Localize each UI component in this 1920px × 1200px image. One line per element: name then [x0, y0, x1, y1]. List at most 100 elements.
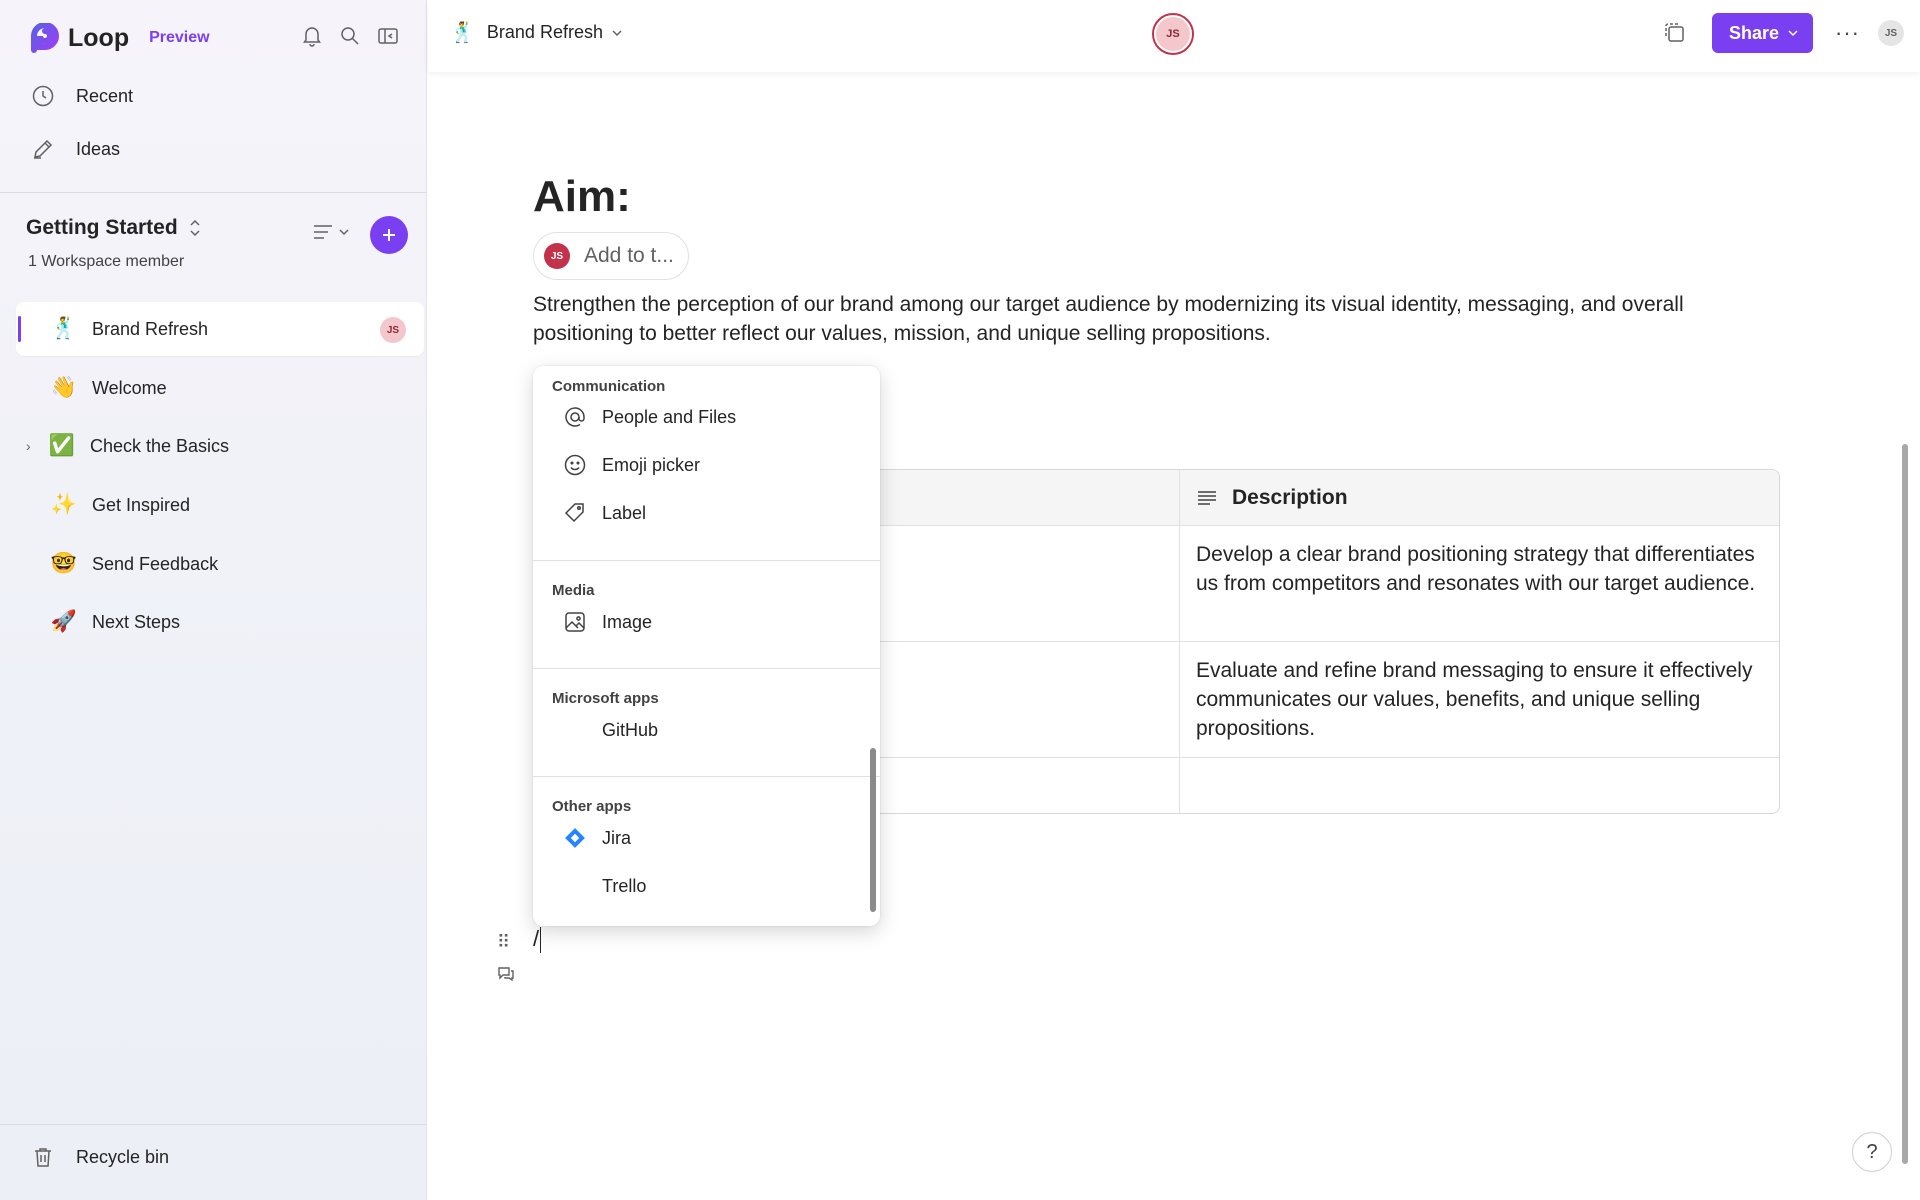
page-scrollbar[interactable]: [1902, 444, 1908, 1164]
trash-icon: [30, 1144, 56, 1170]
page-heading[interactable]: Aim:: [533, 172, 631, 222]
header-actions: Share ··· JS: [1660, 13, 1904, 53]
page-brand-refresh[interactable]: 🕺 Brand Refresh JS: [16, 302, 424, 356]
menu-item-label: Label: [602, 502, 647, 523]
comment-icon[interactable]: [496, 964, 516, 989]
presence-avatar[interactable]: JS: [1152, 13, 1194, 55]
menu-item-label-tag[interactable]: Label: [533, 490, 880, 536]
text-cursor: [540, 927, 542, 954]
page-check-the-basics[interactable]: › ✅ Check the Basics: [16, 419, 424, 473]
help-button[interactable]: ?: [1852, 1132, 1892, 1172]
page-emoji: 🚀: [50, 610, 78, 633]
nav-recent[interactable]: Recent: [30, 76, 133, 116]
clock-icon: [30, 83, 56, 109]
brand[interactable]: Loop Preview: [30, 20, 210, 56]
slash-text: /: [533, 926, 540, 951]
share-label: Share: [1728, 22, 1780, 43]
sidebar-bottom-divider: [0, 1124, 427, 1125]
sidebar: Loop Preview Recent Ideas Getting Starte…: [0, 0, 427, 1200]
page-next-steps[interactable]: 🚀 Next Steps: [16, 595, 424, 649]
more-options-icon[interactable]: ···: [1835, 20, 1860, 46]
menu-separator: [533, 560, 880, 561]
page-send-feedback[interactable]: 🤓 Send Feedback: [16, 537, 424, 591]
page-welcome[interactable]: 👋 Welcome: [16, 361, 424, 415]
menu-item-image[interactable]: Image: [533, 599, 880, 645]
presence-initials: JS: [1156, 17, 1190, 51]
text-lines-icon: [1198, 490, 1216, 505]
menu-item-trello[interactable]: Trello: [533, 863, 880, 909]
page-emoji: ✨: [50, 493, 78, 516]
menu-item-github[interactable]: GitHub: [533, 707, 880, 753]
chevron-down-icon: [1788, 30, 1798, 37]
expand-chevron-icon[interactable]: ›: [26, 438, 31, 454]
copy-component-icon[interactable]: [1660, 18, 1690, 48]
preview-badge: Preview: [149, 29, 210, 46]
doc-title: Brand Refresh: [486, 22, 603, 42]
slash-command-input[interactable]: /: [533, 926, 542, 954]
chevron-down-icon: [339, 229, 349, 236]
recycle-bin[interactable]: Recycle bin: [30, 1144, 169, 1170]
loop-logo-icon: [31, 23, 59, 53]
bell-icon[interactable]: [300, 24, 324, 48]
table-cell-description[interactable]: Develop a clear brand positioning strate…: [1179, 526, 1779, 641]
page-label: Send Feedback: [92, 553, 219, 574]
user-avatar[interactable]: JS: [1878, 20, 1904, 46]
jira-icon: [562, 825, 588, 851]
assign-chip[interactable]: JS Add to t...: [533, 232, 689, 280]
menu-item-label: Emoji picker: [602, 454, 701, 475]
avatar: JS: [544, 243, 570, 269]
sort-menu-button[interactable]: [312, 222, 350, 242]
menu-separator: [533, 776, 880, 777]
page-label: Brand Refresh: [92, 318, 209, 339]
insert-menu: Communication People and Files Emoji pic…: [533, 366, 880, 926]
at-icon: [562, 404, 588, 430]
menu-item-people-and-files[interactable]: People and Files: [533, 394, 880, 440]
menu-section-media: Media: [552, 582, 595, 599]
page-label: Next Steps: [92, 611, 181, 632]
workspace-title[interactable]: Getting Started: [26, 216, 202, 240]
pen-icon: [30, 136, 56, 162]
page-label: Welcome: [92, 377, 167, 398]
search-icon[interactable]: [338, 24, 362, 48]
share-button[interactable]: Share: [1711, 13, 1814, 53]
list-sort-icon: [314, 225, 332, 239]
table-cell-description[interactable]: [1179, 758, 1779, 813]
chevron-up-down-icon: [190, 219, 200, 237]
tag-icon: [562, 500, 588, 526]
menu-item-label: Image: [602, 611, 653, 632]
image-icon: [562, 609, 588, 635]
menu-section-communication: Communication: [552, 378, 666, 395]
page-emoji: 🤓: [50, 552, 78, 575]
table-cell-description[interactable]: Evaluate and refine brand messaging to e…: [1179, 642, 1779, 757]
aim-paragraph[interactable]: Strengthen the perception of our brand a…: [533, 290, 1733, 348]
doc-emoji: 🕺: [450, 22, 475, 44]
menu-item-label: People and Files: [602, 406, 737, 427]
page-emoji: 🕺: [50, 317, 78, 340]
page-label: Get Inspired: [92, 494, 191, 515]
assign-placeholder: Add to t...: [584, 244, 674, 267]
trello-icon: [562, 873, 588, 899]
page-get-inspired[interactable]: ✨ Get Inspired: [16, 478, 424, 532]
menu-section-microsoft-apps: Microsoft apps: [552, 690, 659, 707]
avatar: JS: [380, 317, 406, 343]
menu-scrollbar[interactable]: [870, 748, 876, 912]
column-header-label: Description: [1232, 486, 1348, 509]
workspace-members: 1 Workspace member: [28, 253, 185, 270]
menu-item-jira[interactable]: Jira: [533, 815, 880, 861]
drag-handle-icon[interactable]: ⠿: [497, 932, 510, 953]
add-page-button[interactable]: [370, 216, 408, 254]
chevron-down-icon: [612, 29, 622, 36]
document-header: 🕺 Brand Refresh JS Share ··· JS: [428, 0, 1920, 72]
github-icon: [562, 717, 588, 743]
nav-ideas[interactable]: Ideas: [30, 129, 120, 169]
smiley-icon: [562, 452, 588, 478]
collapse-sidebar-icon[interactable]: [376, 24, 400, 48]
doc-title-button[interactable]: 🕺 Brand Refresh: [450, 20, 623, 45]
page-emoji: ✅: [48, 434, 76, 457]
recycle-bin-label: Recycle bin: [76, 1146, 170, 1167]
sidebar-divider: [0, 192, 427, 193]
plus-icon: [383, 229, 395, 241]
menu-separator: [533, 668, 880, 669]
table-header-description[interactable]: Description: [1179, 470, 1779, 525]
menu-item-emoji-picker[interactable]: Emoji picker: [533, 442, 880, 488]
